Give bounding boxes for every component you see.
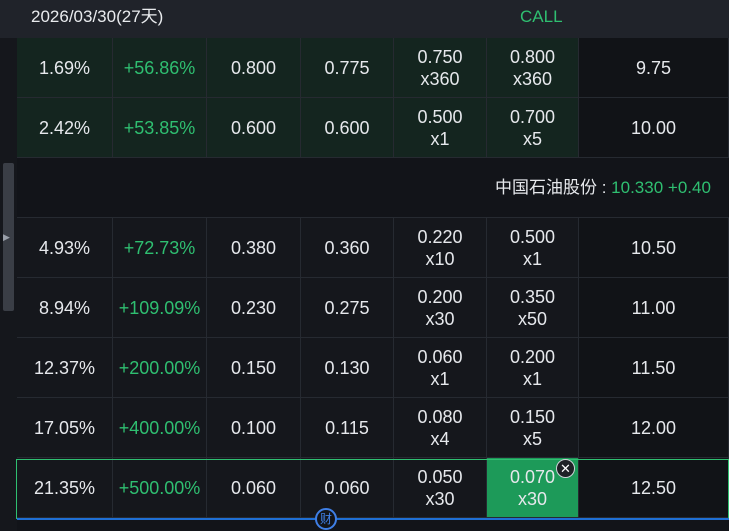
bid-cell[interactable]: 0.060 x1	[394, 338, 487, 398]
ask-size: x360	[512, 68, 553, 89]
iv-cell: 12.37%	[17, 338, 113, 398]
change-cell: +72.73%	[113, 218, 207, 278]
bid-price: 0.060	[417, 346, 463, 367]
last-price-cell: 0.380	[207, 218, 301, 278]
ask-price: 0.700	[509, 106, 556, 127]
bid-cell[interactable]: 0.050 x30	[394, 458, 487, 518]
option-row[interactable]: 1.69% +56.86% 0.800 0.775 0.750 x360 0.80…	[17, 38, 729, 98]
option-row[interactable]: 12.37% +200.00% 0.150 0.130 0.060 x1 0.20…	[17, 338, 729, 398]
ask-cell[interactable]: 0.800 x360	[487, 38, 579, 98]
underlying-price-bar: 中国石油股份 : 10.330 +0.40	[17, 158, 729, 218]
option-row-selected[interactable]: 21.35% +500.00% 0.060 0.060 0.050 x30 0.0…	[17, 458, 729, 518]
expiry-header: 2026/03/30(27天) CALL	[0, 0, 729, 38]
prev-price-cell: 0.360	[301, 218, 394, 278]
underlying-price: 10.330 +0.40	[611, 178, 711, 197]
strike-cell: 10.00	[579, 98, 729, 158]
ask-cell[interactable]: 0.500 x1	[487, 218, 579, 278]
bid-cell[interactable]: 0.080 x4	[394, 398, 487, 458]
option-row[interactable]: 4.93% +72.73% 0.380 0.360 0.220 x10 0.500…	[17, 218, 729, 278]
bid-price: 0.220	[417, 226, 463, 247]
strike-cell: 12.00	[579, 398, 729, 458]
iv-cell: 2.42%	[17, 98, 113, 158]
ask-size: x50	[517, 308, 548, 329]
bid-size: x10	[425, 248, 455, 269]
bid-size: x4	[430, 428, 450, 449]
strike-cell: 11.00	[579, 278, 729, 338]
bid-price: 0.050	[417, 466, 463, 487]
bottom-accent-line	[17, 518, 729, 520]
expand-arrow-icon[interactable]: ▶	[3, 232, 10, 243]
change-cell: +200.00%	[113, 338, 207, 398]
ask-cell[interactable]: 0.700 x5	[487, 98, 579, 158]
option-row[interactable]: 2.42% +53.85% 0.600 0.600 0.500 x1 0.700 x…	[17, 98, 729, 158]
strike-cell: 12.50	[579, 458, 729, 518]
change-cell: +500.00%	[113, 458, 207, 518]
prev-price-cell: 0.275	[301, 278, 394, 338]
option-row[interactable]: 8.94% +109.09% 0.230 0.275 0.200 x30 0.35…	[17, 278, 729, 338]
ask-cell[interactable]: 0.350 x50	[487, 278, 579, 338]
ask-size: x30	[517, 488, 548, 509]
iv-cell: 17.05%	[17, 398, 113, 458]
bid-size: x360	[420, 68, 460, 89]
bid-price: 0.500	[417, 106, 463, 127]
ask-price: 0.150	[509, 406, 556, 427]
ask-price: 0.800	[509, 46, 556, 67]
ask-cell[interactable]: 0.200 x1	[487, 338, 579, 398]
bid-size: x30	[425, 488, 455, 509]
underlying-name: 中国石油股份 :	[495, 178, 612, 197]
prev-price-cell: 0.060	[301, 458, 394, 518]
bid-size: x1	[430, 368, 450, 389]
bid-size: x1	[430, 128, 450, 149]
option-row[interactable]: 17.05% +400.00% 0.100 0.115 0.080 x4 0.15…	[17, 398, 729, 458]
iv-cell: 4.93%	[17, 218, 113, 278]
change-cell: +53.85%	[113, 98, 207, 158]
bid-price: 0.200	[417, 286, 463, 307]
left-scrollbar[interactable]: ▶	[0, 38, 17, 531]
bid-size: x30	[425, 308, 455, 329]
ask-price: 0.200	[509, 346, 556, 367]
bid-price: 0.080	[417, 406, 463, 427]
ask-price: 0.070	[509, 466, 556, 487]
bid-cell[interactable]: 0.500 x1	[394, 98, 487, 158]
ask-price: 0.350	[509, 286, 556, 307]
bid-cell[interactable]: 0.750 x360	[394, 38, 487, 98]
ask-cell[interactable]: 0.150 x5	[487, 398, 579, 458]
strike-cell: 9.75	[579, 38, 729, 98]
prev-price-cell: 0.115	[301, 398, 394, 458]
ask-size: x5	[522, 428, 542, 449]
ask-size: x5	[522, 128, 542, 149]
last-price-cell: 0.100	[207, 398, 301, 458]
strike-cell: 10.50	[579, 218, 729, 278]
prev-price-cell: 0.775	[301, 38, 394, 98]
ask-size: x1	[522, 368, 542, 389]
finance-badge-icon[interactable]: 财	[315, 508, 337, 530]
close-icon[interactable]: ✕	[556, 459, 575, 478]
iv-cell: 1.69%	[17, 38, 113, 98]
last-price-cell: 0.600	[207, 98, 301, 158]
change-cell: +109.09%	[113, 278, 207, 338]
change-cell: +56.86%	[113, 38, 207, 98]
iv-cell: 21.35%	[17, 458, 113, 518]
option-type-label: CALL	[520, 7, 563, 26]
bid-cell[interactable]: 0.220 x10	[394, 218, 487, 278]
bid-price: 0.750	[417, 46, 463, 67]
expiry-date[interactable]: 2026/03/30(27天)	[31, 0, 163, 34]
prev-price-cell: 0.600	[301, 98, 394, 158]
strike-cell: 11.50	[579, 338, 729, 398]
last-price-cell: 0.150	[207, 338, 301, 398]
prev-price-cell: 0.130	[301, 338, 394, 398]
ask-price: 0.500	[509, 226, 556, 247]
underlying-price-text: 中国石油股份 : 10.330 +0.40	[495, 158, 711, 218]
iv-cell: 8.94%	[17, 278, 113, 338]
ask-size: x1	[522, 248, 542, 269]
bid-cell[interactable]: 0.200 x30	[394, 278, 487, 338]
last-price-cell: 0.060	[207, 458, 301, 518]
last-price-cell: 0.800	[207, 38, 301, 98]
last-price-cell: 0.230	[207, 278, 301, 338]
change-cell: +400.00%	[113, 398, 207, 458]
